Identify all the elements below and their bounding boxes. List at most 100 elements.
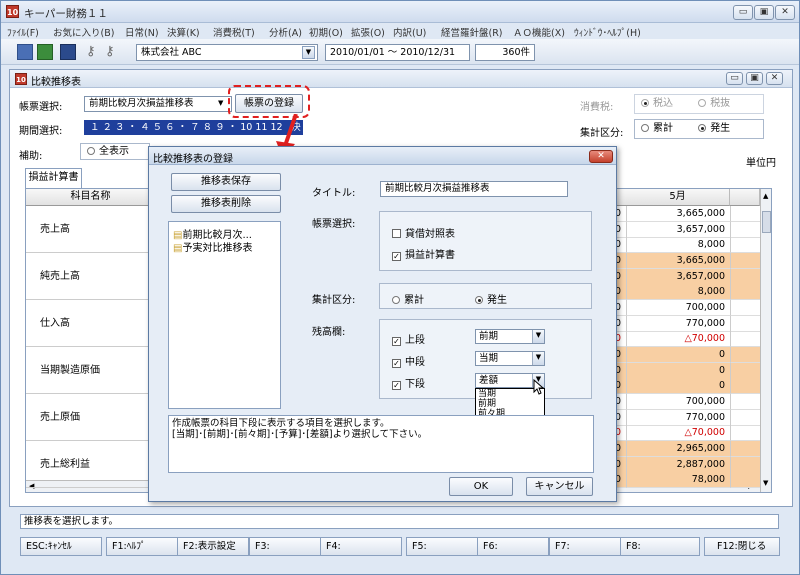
dlg-agg-cum-radio[interactable] [392, 296, 400, 304]
may-value-cell: 0 [626, 347, 730, 364]
upper-chevron-icon[interactable]: ▼ [532, 330, 544, 343]
bs-label: 貸借対照表 [405, 229, 455, 240]
child-title-bar: 10 比較推移表 ▭ ▣ ✕ [10, 70, 792, 88]
register-report-button[interactable]: 帳票の登録 [235, 94, 303, 113]
row-name-net-sales[interactable]: 純売上高 [26, 253, 156, 300]
scroll-down-icon[interactable]: ▼ [763, 479, 768, 487]
dlg-agg-cum[interactable]: 累計 [392, 291, 424, 306]
pl-checkbox[interactable]: ✓ [392, 252, 401, 261]
title-label: タイトル: [312, 188, 356, 199]
dialog-close-icon[interactable]: ✕ [589, 150, 613, 163]
delete-table-button[interactable]: 推移表削除 [171, 195, 281, 213]
lower-checkbox[interactable]: ✓ [392, 381, 401, 390]
row-name-manufacturing-cost[interactable]: 当期製造原価 [26, 347, 156, 394]
menu-tax[interactable]: 消費税(T) [213, 25, 255, 39]
esc-cancel-button[interactable]: ESC:ｷｬﾝｾﾙ [20, 537, 102, 556]
f3-button[interactable]: F3: [249, 537, 321, 556]
dlg-agg-occ[interactable]: 発生 [475, 291, 507, 306]
f7-button[interactable]: F7: [549, 537, 621, 556]
dropdown-option[interactable]: 前期 [476, 399, 544, 409]
menu-window-help[interactable]: ｳｨﾝﾄﾞｳ･ﾍﾙﾌﾟ(H) [574, 25, 641, 39]
key-icon[interactable]: ⚷ [86, 44, 102, 60]
menu-initial[interactable]: 初期(O) [309, 25, 343, 39]
middle-select[interactable]: 当期 ▼ [475, 351, 545, 366]
f6-button[interactable]: F6: [477, 537, 549, 556]
report-select[interactable]: 前期比較月次損益推移表 [84, 96, 232, 112]
tab-income-statement[interactable]: 損益計算書 [25, 168, 82, 188]
close-icon[interactable]: ✕ [775, 5, 795, 20]
list-item-label: 予実対比推移表 [182, 243, 253, 254]
may-value-cell: 700,000 [626, 300, 730, 317]
lower-row[interactable]: ✓ 下段 [392, 375, 425, 390]
bs-checkbox[interactable] [392, 229, 401, 238]
menu-bar: ﾌｧｲﾙ(F) お気に入り(B) 日常(N) 決算(K) 消費税(T) 分析(A… [1, 23, 799, 39]
lower-value: 差額 [479, 375, 499, 386]
child-minimize-icon[interactable]: ▭ [726, 72, 743, 85]
agg-occ-radio[interactable] [698, 124, 707, 132]
menu-closing[interactable]: 決算(K) [167, 25, 200, 39]
minimize-icon[interactable]: ▭ [733, 5, 753, 20]
menu-daily[interactable]: 日常(N) [125, 25, 159, 39]
middle-chevron-icon[interactable]: ▼ [532, 352, 544, 365]
save-table-button[interactable]: 推移表保存 [171, 173, 281, 191]
menu-favorites[interactable]: お気に入り(B) [53, 25, 114, 39]
row-name-sales[interactable]: 売上高 [26, 206, 156, 253]
f2-display-settings-button[interactable]: F2:表示設定 [177, 537, 249, 556]
row-name-cost-of-sales[interactable]: 売上原価 [26, 394, 156, 441]
agg-label: 集計区分: [580, 128, 624, 139]
extra-cell [730, 362, 760, 379]
menu-ao[interactable]: ＡＯ機能(X) [513, 25, 565, 39]
scroll-thumb[interactable] [762, 211, 771, 233]
f5-button[interactable]: F5: [406, 537, 478, 556]
tax-out-label: 税抜 [710, 98, 731, 109]
vertical-scrollbar[interactable]: ▲ ▼ [760, 189, 771, 492]
child-maximize-icon[interactable]: ▣ [746, 72, 763, 85]
upper-row[interactable]: ✓ 上段 [392, 331, 425, 346]
may-value-cell: 0 [626, 362, 730, 379]
opt-pl[interactable]: ✓ 損益計算書 [392, 246, 455, 261]
may-value-cell: 3,665,000 [626, 253, 730, 269]
report-chevron-icon[interactable]: ▼ [218, 99, 223, 107]
extra-cell [730, 472, 760, 489]
child-close-icon[interactable]: ✕ [766, 72, 783, 85]
cancel-button[interactable]: キャンセル [526, 477, 593, 496]
extra-cell [730, 253, 760, 269]
list-item[interactable]: ▤予実対比推移表 [173, 239, 252, 254]
menu-extend[interactable]: 拡張(O) [351, 25, 385, 39]
f1-help-button[interactable]: F1:ﾍﾙﾌﾟ [106, 537, 178, 556]
mail-icon[interactable] [60, 44, 76, 60]
row-name-gross-profit[interactable]: 売上総利益 [26, 441, 156, 488]
maximize-icon[interactable]: ▣ [754, 5, 774, 20]
scroll-up-icon[interactable]: ▲ [763, 192, 768, 200]
row-name-purchases[interactable]: 仕入高 [26, 300, 156, 347]
upper-select[interactable]: 前期 ▼ [475, 329, 545, 344]
agg-cum-radio[interactable] [641, 124, 649, 132]
middle-checkbox[interactable]: ✓ [392, 359, 401, 368]
may-value-cell: 2,887,000 [626, 456, 730, 473]
extra-cell [730, 284, 760, 301]
menu-breakdown[interactable]: 内訳(U) [393, 25, 426, 39]
f4-button[interactable]: F4: [320, 537, 402, 556]
upper-value: 前期 [479, 331, 499, 342]
upper-checkbox[interactable]: ✓ [392, 337, 401, 346]
title-input[interactable]: 前期比較月次損益推移表 [380, 181, 568, 197]
menu-compass[interactable]: 経営羅針盤(R) [441, 25, 503, 39]
period-month-bar[interactable]: １ ２ ３ ・ ４ ５ ６ ・ ７ ８ ９ ・ 10 11 12 [84, 120, 289, 135]
extra-cell [730, 425, 760, 442]
middle-value: 当期 [479, 353, 499, 364]
opt-bs[interactable]: 貸借対照表 [392, 225, 455, 240]
aux-all-radio[interactable] [87, 147, 95, 155]
aux-all-label: 全表示 [99, 146, 129, 157]
company-select[interactable]: 株式会社 ABC [136, 44, 318, 61]
menu-file[interactable]: ﾌｧｲﾙ(F) [7, 25, 39, 39]
dlg-agg-occ-radio[interactable] [475, 296, 483, 304]
save-icon[interactable] [17, 44, 33, 60]
menu-analysis[interactable]: 分析(A) [269, 25, 302, 39]
ok-button[interactable]: OK [449, 477, 513, 496]
open-icon[interactable] [37, 44, 53, 60]
f12-close-button[interactable]: F12:閉じる [704, 537, 780, 556]
f8-button[interactable]: F8: [620, 537, 700, 556]
key2-icon[interactable]: ⚷ [105, 44, 121, 60]
middle-row[interactable]: ✓ 中段 [392, 353, 425, 368]
chevron-down-icon[interactable]: ▼ [302, 46, 315, 59]
